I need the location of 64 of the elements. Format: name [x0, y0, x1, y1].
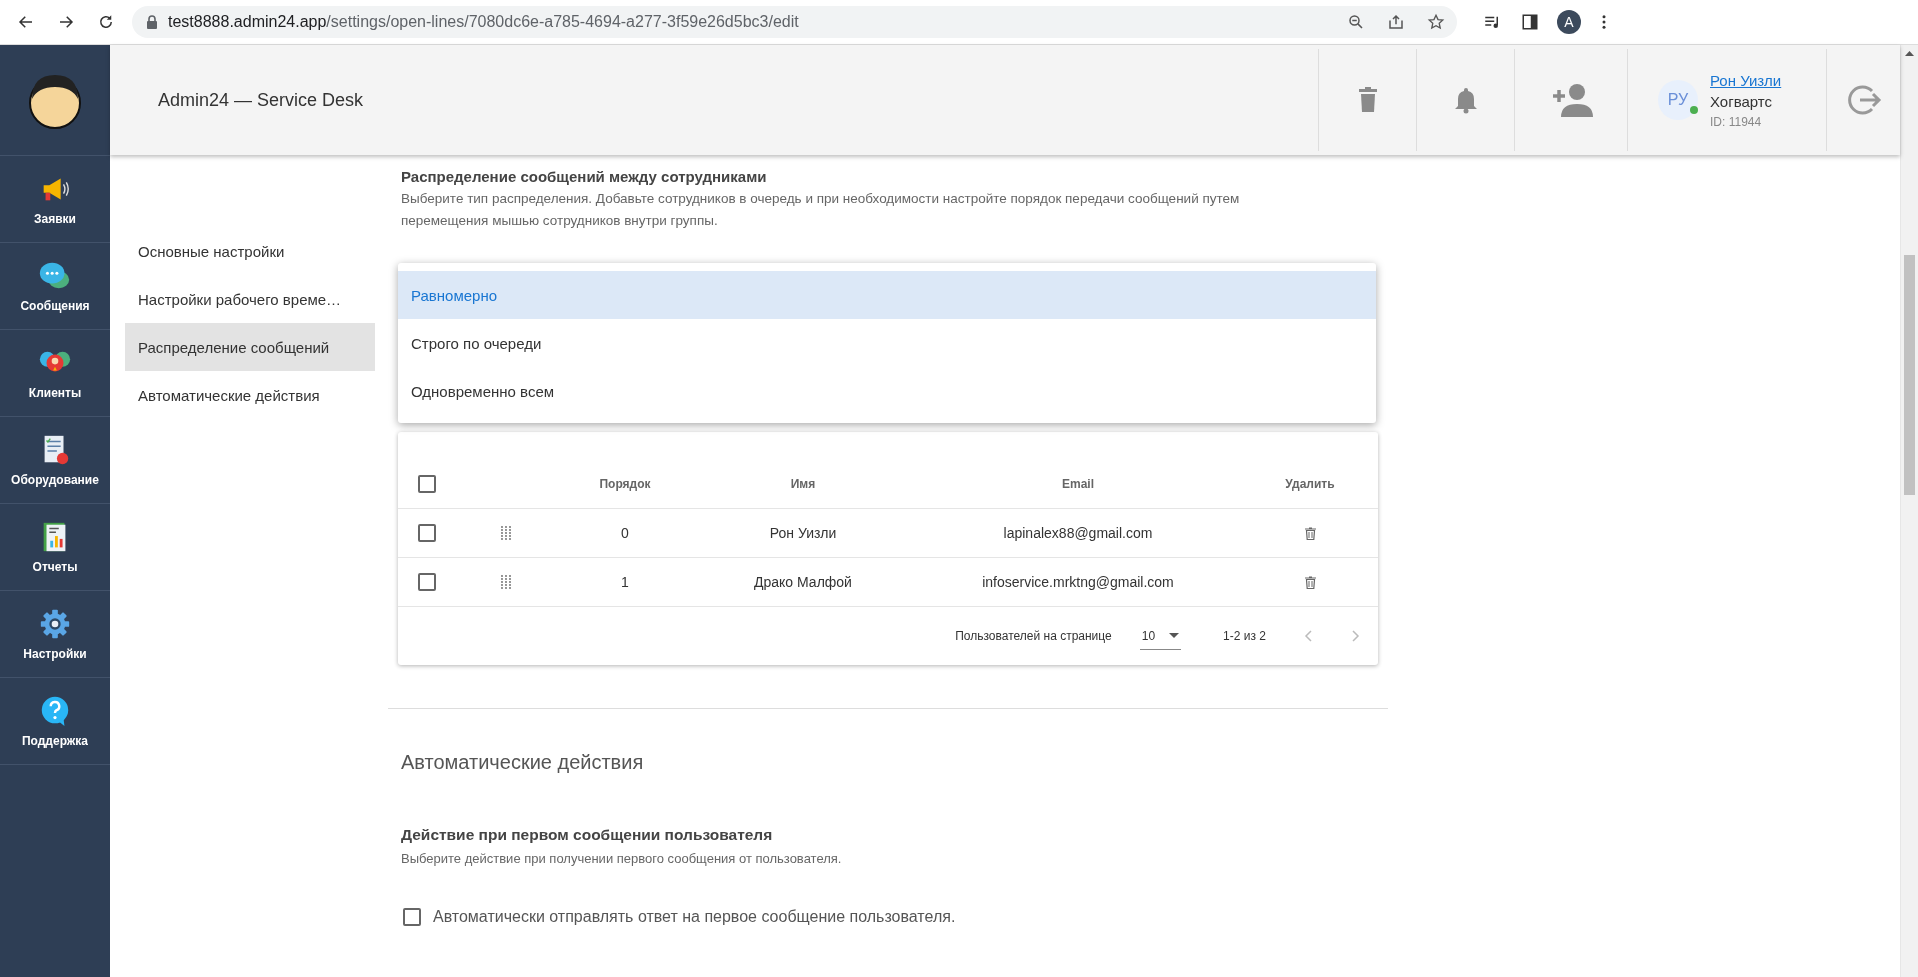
- dropdown-option[interactable]: Одновременно всем: [398, 367, 1376, 415]
- auto-reply-checkbox[interactable]: [403, 908, 421, 926]
- sidebar-item[interactable]: Клиенты: [0, 330, 110, 417]
- settings-nav-item[interactable]: Основные настройки: [125, 227, 375, 275]
- page-range: 1-2 из 2: [1223, 629, 1266, 643]
- sidebar-item[interactable]: Заявки: [0, 156, 110, 243]
- order-cell: 0: [621, 525, 629, 541]
- user-avatar: РУ: [1658, 80, 1698, 120]
- section-title: Распределение сообщений между сотрудниками: [401, 168, 768, 185]
- forward-icon[interactable]: [57, 13, 75, 31]
- user-id: ID: 11944: [1710, 114, 1763, 129]
- profile-avatar[interactable]: A: [1557, 10, 1581, 34]
- column-header: Порядок: [599, 477, 651, 491]
- section-heading: Автоматические действия: [401, 751, 645, 774]
- organization-name: Хогвартс: [1710, 92, 1773, 110]
- sidebar-item[interactable]: Оборудование: [0, 417, 110, 504]
- column-header: Email: [1062, 477, 1094, 491]
- email-cell: lapinalex88@gmail.com: [1003, 525, 1153, 541]
- checkbox-label: Автоматически отправлять ответ на первое сообщение пользователя.: [433, 908, 956, 926]
- star-icon[interactable]: [1427, 13, 1445, 31]
- share-icon[interactable]: [1387, 13, 1405, 31]
- trash-icon[interactable]: [1357, 87, 1378, 113]
- section-description: Выберите тип распределения. Добавьте сотрудников в очередь и при необходимости настройте порядок передачи сообщений путем перемещения мышью сотрудников внутри группы.: [401, 190, 1241, 230]
- rows-per-page-select[interactable]: 10: [1139, 622, 1182, 650]
- subsection-title: Действие при первом сообщении пользователя: [401, 826, 774, 844]
- reload-icon[interactable]: [97, 13, 115, 31]
- sidebar-item[interactable]: Отчеты: [0, 504, 110, 591]
- app-title: Admin24 — Service Desk: [158, 89, 365, 111]
- lock-icon: [146, 15, 158, 29]
- row-checkbox[interactable]: [418, 524, 436, 542]
- settings-nav-item[interactable]: Распределение сообщений: [125, 323, 375, 371]
- delete-icon[interactable]: [1304, 526, 1316, 540]
- column-header: Имя: [790, 477, 816, 491]
- settings-nav-item[interactable]: Автоматические действия: [125, 371, 375, 419]
- column-header: Удалить: [1285, 477, 1335, 491]
- rows-per-page-label: Пользователей на странице: [955, 629, 1112, 643]
- logout-icon[interactable]: [1845, 83, 1882, 117]
- notification-bell-icon[interactable]: [1453, 86, 1478, 114]
- sidebar-item[interactable]: Сообщения: [0, 243, 110, 330]
- dropdown-option[interactable]: Равномерно: [398, 271, 1376, 319]
- sidebar-item[interactable]: Поддержка: [0, 678, 110, 765]
- settings-nav-item[interactable]: Настройки рабочего време…: [125, 275, 375, 323]
- back-icon[interactable]: [17, 13, 35, 31]
- caret-icon: [1169, 633, 1180, 638]
- scrollbar-thumb[interactable]: [1904, 255, 1915, 495]
- sidebar-item[interactable]: Настройки: [0, 591, 110, 678]
- side-panel-icon[interactable]: [1521, 13, 1539, 31]
- scroll-up-icon[interactable]: [1905, 51, 1914, 56]
- select-all-checkbox[interactable]: [418, 475, 436, 493]
- drag-handle-icon[interactable]: [501, 575, 511, 589]
- subsection-description: Выберите действие при получении первого сообщения от пользователя.: [401, 851, 843, 866]
- name-cell: Рон Уизли: [769, 525, 837, 541]
- address-bar[interactable]: test8888.admin24.app/settings/open-lines/7080dc6e-a785-4694-a277-3f59e26d5bc3/edit: [132, 6, 1457, 38]
- row-checkbox[interactable]: [418, 573, 436, 591]
- order-cell: 1: [621, 574, 629, 590]
- dropdown-option[interactable]: Строго по очереди: [398, 319, 1376, 367]
- name-cell: Драко Малфой: [754, 574, 852, 590]
- user-name-link[interactable]: Рон Уизли: [1710, 71, 1782, 89]
- settings-icon: [38, 607, 72, 641]
- scrollbar[interactable]: [1900, 45, 1918, 977]
- delete-icon[interactable]: [1304, 575, 1316, 589]
- drag-handle-icon[interactable]: [501, 526, 511, 540]
- email-cell: infoservice.mrktng@gmail.com: [982, 574, 1174, 590]
- zoom-out-icon[interactable]: [1347, 13, 1365, 31]
